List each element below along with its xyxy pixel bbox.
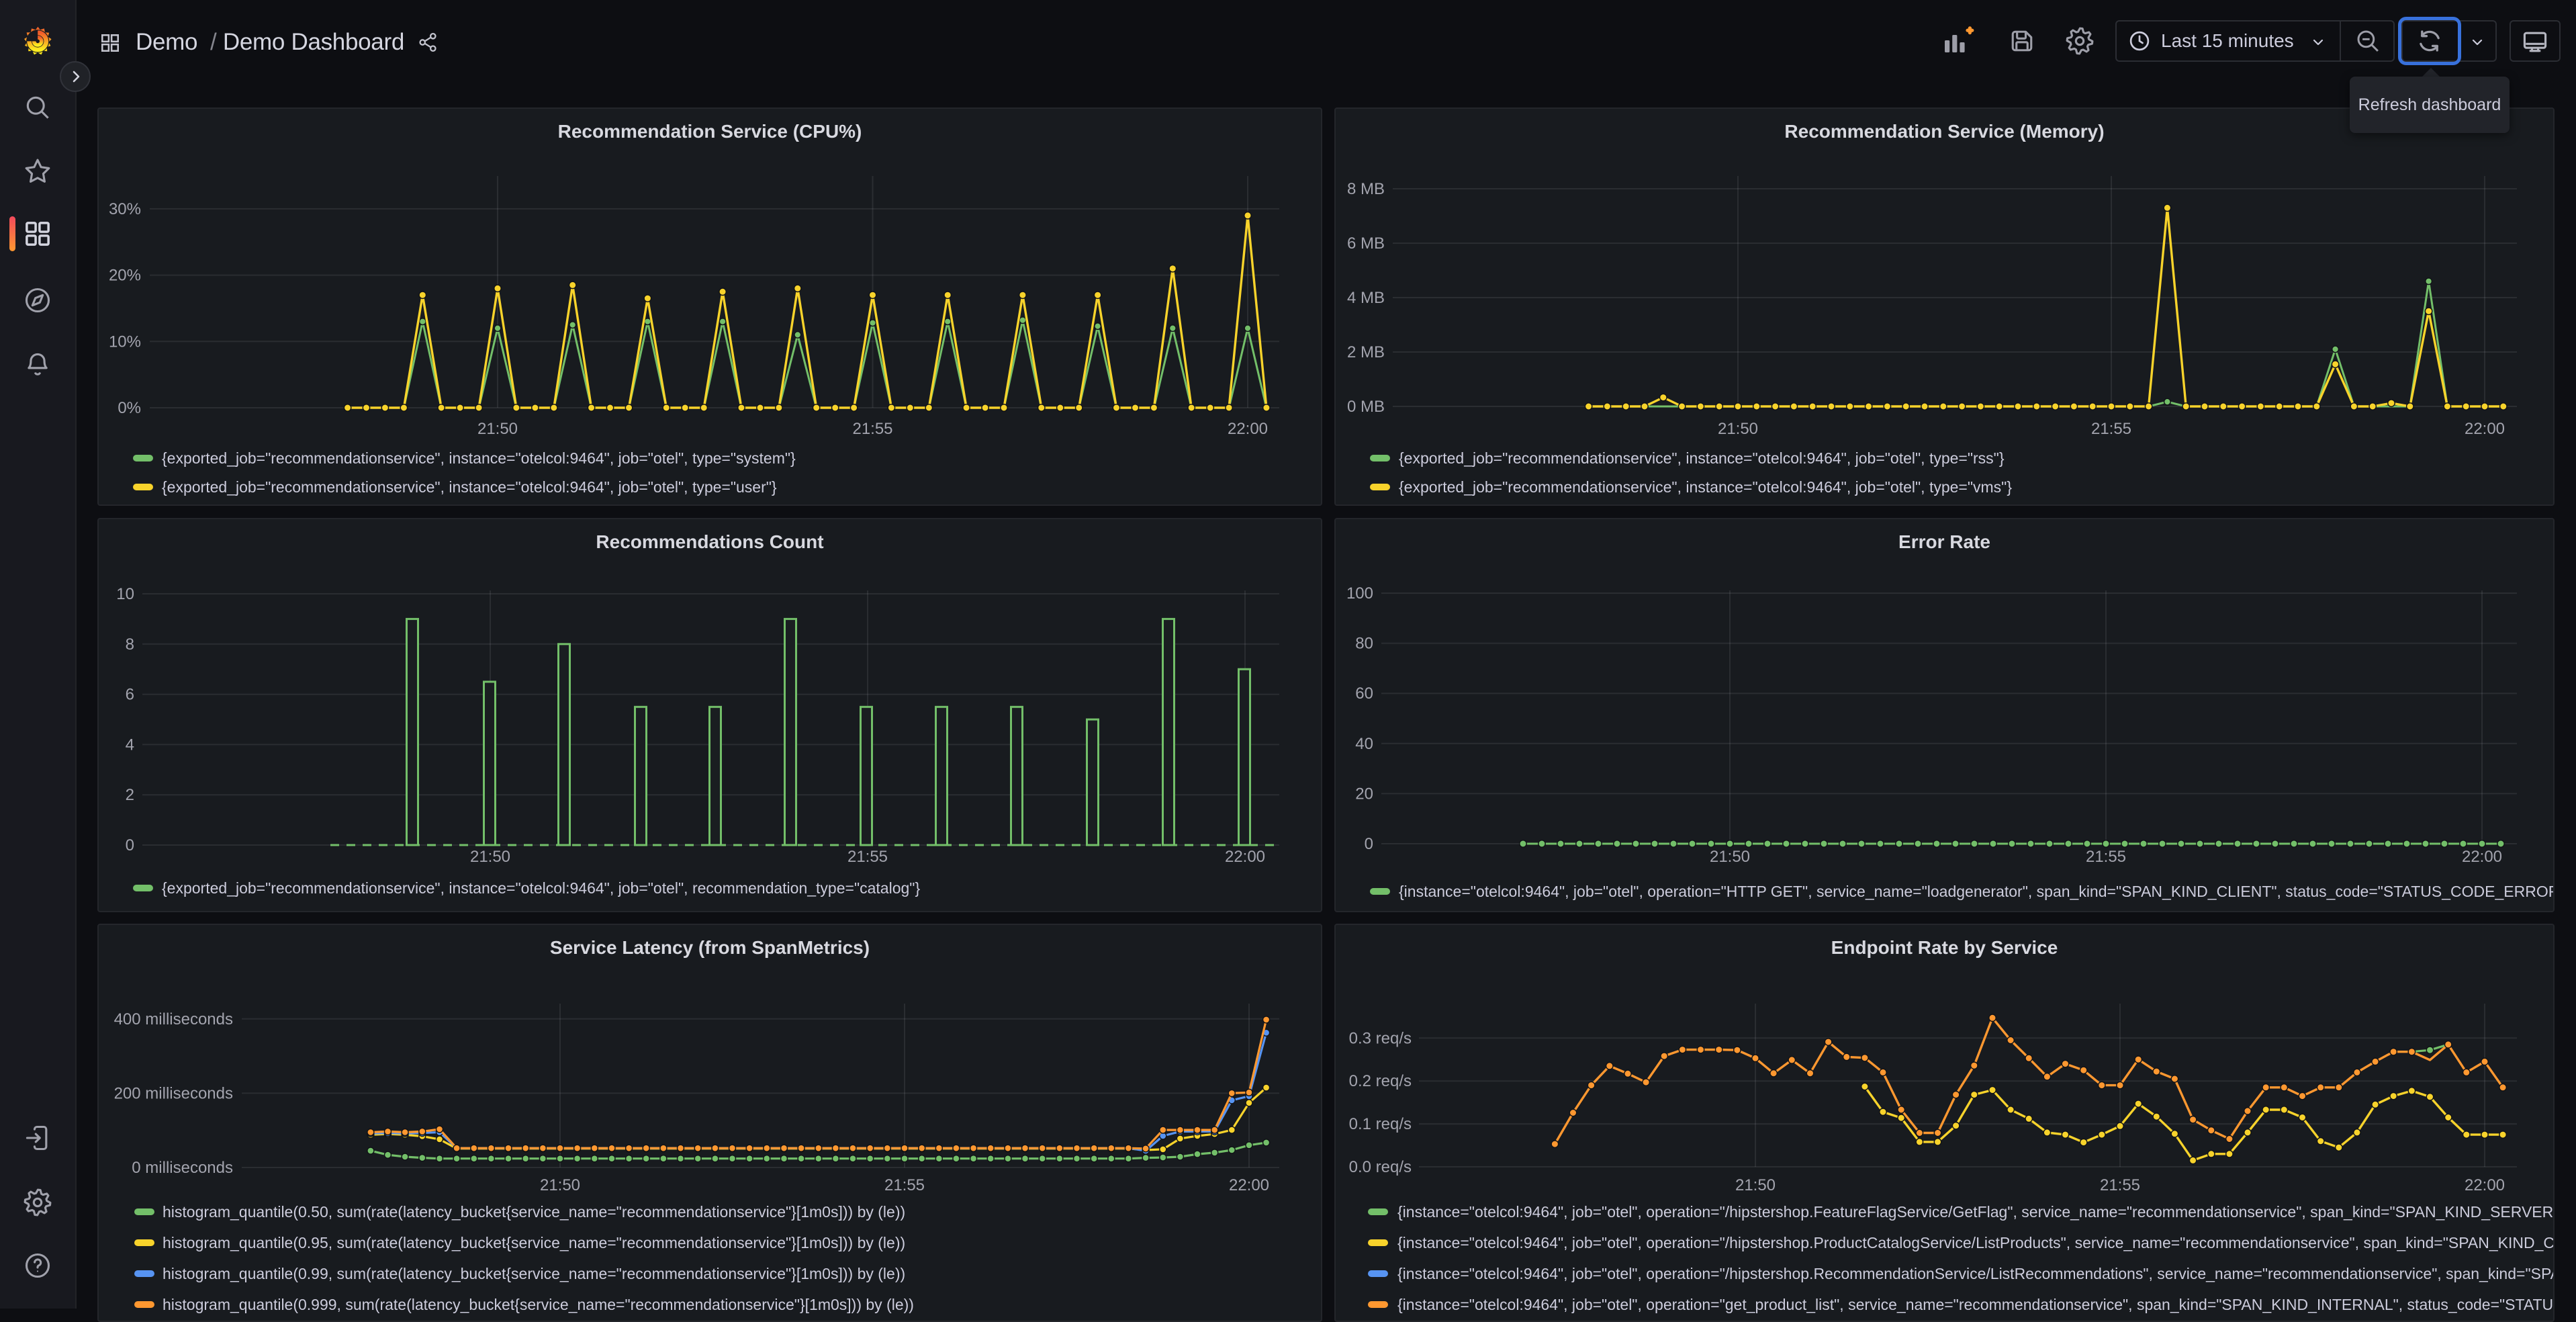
svg-text:10: 10 bbox=[116, 585, 134, 603]
svg-text:22:00: 22:00 bbox=[1228, 420, 1268, 438]
svg-text:21:55: 21:55 bbox=[2100, 1176, 2140, 1194]
svg-text:0.3 req/s: 0.3 req/s bbox=[1349, 1029, 1412, 1047]
svg-text:21:55: 21:55 bbox=[852, 420, 892, 438]
svg-text:200 milliseconds: 200 milliseconds bbox=[114, 1084, 233, 1102]
svg-text:10%: 10% bbox=[109, 333, 141, 351]
svg-text:{instance="otelcol:9464", job=: {instance="otelcol:9464", job="otel", op… bbox=[1397, 1203, 2555, 1221]
svg-text:0%: 0% bbox=[118, 399, 141, 417]
svg-text:60: 60 bbox=[1355, 685, 1373, 703]
svg-text:22:00: 22:00 bbox=[2465, 1176, 2505, 1194]
svg-text:0: 0 bbox=[1365, 835, 1373, 853]
svg-text:{instance="otelcol:9464", job=: {instance="otelcol:9464", job="otel", op… bbox=[1397, 1234, 2555, 1251]
svg-text:2 MB: 2 MB bbox=[1347, 343, 1385, 361]
svg-text:histogram_quantile(0.999, sum(: histogram_quantile(0.999, sum(rate(laten… bbox=[163, 1296, 914, 1313]
svg-text:{exported_job="recommendations: {exported_job="recommendationservice", i… bbox=[162, 449, 796, 467]
svg-text:100: 100 bbox=[1346, 584, 1373, 603]
svg-text:0.1 req/s: 0.1 req/s bbox=[1349, 1115, 1412, 1133]
svg-text:0.0 req/s: 0.0 req/s bbox=[1349, 1158, 1412, 1176]
svg-text:{instance="otelcol:9464", job=: {instance="otelcol:9464", job="otel", op… bbox=[1397, 1296, 2555, 1313]
svg-text:21:50: 21:50 bbox=[1710, 848, 1750, 866]
svg-text:21:50: 21:50 bbox=[1718, 420, 1758, 438]
svg-text:{exported_job="recommendations: {exported_job="recommendationservice", i… bbox=[1399, 449, 2005, 467]
svg-text:0 MB: 0 MB bbox=[1347, 398, 1385, 416]
svg-text:21:55: 21:55 bbox=[2091, 420, 2131, 438]
svg-text:{exported_job="recommendations: {exported_job="recommendationservice", i… bbox=[162, 478, 777, 496]
svg-text:21:50: 21:50 bbox=[540, 1176, 580, 1194]
svg-text:6 MB: 6 MB bbox=[1347, 234, 1385, 253]
svg-text:30%: 30% bbox=[109, 200, 141, 218]
svg-text:21:50: 21:50 bbox=[477, 420, 518, 438]
svg-text:21:50: 21:50 bbox=[470, 848, 510, 866]
svg-text:histogram_quantile(0.99, sum(r: histogram_quantile(0.99, sum(rate(latenc… bbox=[163, 1265, 905, 1282]
svg-text:22:00: 22:00 bbox=[1225, 848, 1265, 866]
svg-text:8: 8 bbox=[126, 635, 134, 654]
svg-text:40: 40 bbox=[1355, 735, 1373, 753]
svg-text:22:00: 22:00 bbox=[2462, 848, 2502, 866]
svg-text:6: 6 bbox=[126, 686, 134, 704]
svg-text:21:55: 21:55 bbox=[884, 1176, 925, 1194]
svg-text:2: 2 bbox=[126, 786, 134, 804]
svg-text:0 milliseconds: 0 milliseconds bbox=[132, 1159, 233, 1177]
svg-text:20%: 20% bbox=[109, 267, 141, 285]
svg-text:20: 20 bbox=[1355, 785, 1373, 803]
svg-text:{instance="otelcol:9464", job=: {instance="otelcol:9464", job="otel", op… bbox=[1397, 1265, 2555, 1282]
svg-text:8 MB: 8 MB bbox=[1347, 180, 1385, 198]
svg-text:{instance="otelcol:9464", job=: {instance="otelcol:9464", job="otel", op… bbox=[1399, 883, 2555, 900]
svg-text:21:55: 21:55 bbox=[2086, 848, 2126, 866]
svg-text:80: 80 bbox=[1355, 635, 1373, 653]
svg-text:0.2 req/s: 0.2 req/s bbox=[1349, 1072, 1412, 1090]
svg-text:21:55: 21:55 bbox=[847, 848, 888, 866]
svg-text:4: 4 bbox=[126, 736, 134, 754]
svg-text:histogram_quantile(0.50, sum(r: histogram_quantile(0.50, sum(rate(latenc… bbox=[163, 1203, 905, 1221]
svg-text:22:00: 22:00 bbox=[1229, 1176, 1269, 1194]
svg-text:histogram_quantile(0.95, sum(r: histogram_quantile(0.95, sum(rate(latenc… bbox=[163, 1234, 905, 1251]
svg-text:{exported_job="recommendations: {exported_job="recommendationservice", i… bbox=[162, 879, 920, 897]
svg-text:4 MB: 4 MB bbox=[1347, 289, 1385, 307]
svg-text:400 milliseconds: 400 milliseconds bbox=[114, 1010, 233, 1028]
svg-text:0: 0 bbox=[126, 836, 134, 854]
svg-text:{exported_job="recommendations: {exported_job="recommendationservice", i… bbox=[1399, 478, 2012, 496]
svg-text:21:50: 21:50 bbox=[1735, 1176, 1776, 1194]
svg-text:22:00: 22:00 bbox=[2465, 420, 2505, 438]
